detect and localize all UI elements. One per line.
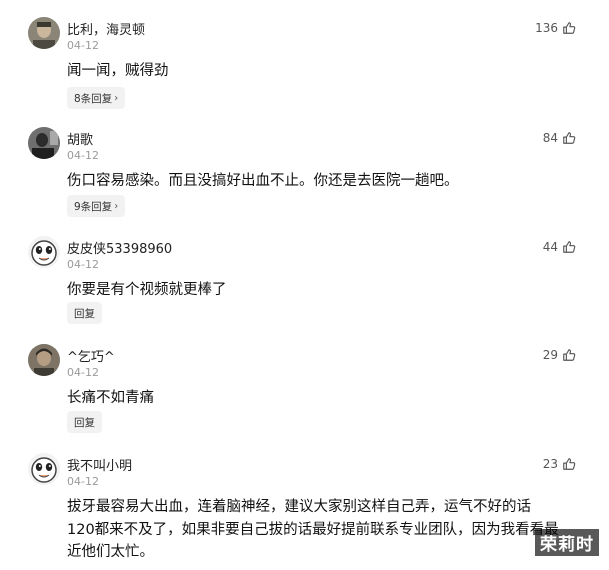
comment-text-line: 近他们太忙。 xyxy=(67,544,154,560)
comment-text: 你要是有个视频就更棒了 xyxy=(67,282,227,298)
avatar[interactable] xyxy=(28,453,60,485)
chevron-right-icon: › xyxy=(114,92,119,104)
avatar-cartoon-face-icon xyxy=(28,453,60,485)
like-button[interactable]: 44 xyxy=(543,240,576,254)
reply-label: 9条回复 xyxy=(74,200,113,213)
avatar[interactable] xyxy=(28,236,60,268)
thumbs-up-icon xyxy=(563,458,576,470)
comment-text: 伤口容易感染。而且没搞好出血不止。你还是去医院一趟吧。 xyxy=(67,173,459,189)
thumbs-up-icon xyxy=(563,132,576,144)
like-count: 84 xyxy=(542,131,558,145)
username[interactable]: 比利，海灵顿 xyxy=(67,19,145,38)
avatar-person-photo-icon xyxy=(28,127,60,159)
view-replies-button[interactable]: 9条回复 › xyxy=(67,195,126,217)
comment-text-line: 拔牙最容易大出血，连着脑神经，建议大家别这样自己弄，运气不好的话 xyxy=(67,499,531,515)
chevron-right-icon: › xyxy=(114,200,119,212)
avatar[interactable] xyxy=(28,127,60,159)
comment-text: 长痛不如青痛 xyxy=(67,390,154,406)
comment-date: 04-12 xyxy=(67,475,99,488)
reply-button[interactable]: 回复 xyxy=(67,411,102,433)
view-replies-button[interactable]: 8条回复 › xyxy=(67,87,126,109)
comment-list: 比利，海灵顿 04-12 闻一闻，贼得劲 136 8条回复 › 胡歌 04-12… xyxy=(0,0,609,570)
username[interactable]: 我不叫小明 xyxy=(67,455,132,474)
avatar[interactable] xyxy=(28,344,60,376)
like-button[interactable]: 84 xyxy=(543,131,576,145)
thumbs-up-icon xyxy=(563,22,576,34)
like-count: 23 xyxy=(542,457,558,471)
reply-button[interactable]: 回复 xyxy=(67,302,102,324)
avatar[interactable] xyxy=(28,17,60,49)
comment-text: 拔牙最容易大出血，连着脑神经，建议大家别这样自己弄，运气不好的话 120都来不及… xyxy=(67,496,587,564)
comment-date: 04-12 xyxy=(67,149,99,162)
comment-text-line: 120都来不及了，如果非要自己拔的话最好提前联系专业团队，因为我看看最 xyxy=(67,521,559,538)
comment-date: 04-12 xyxy=(67,39,99,52)
username[interactable]: ^乞巧^ xyxy=(67,346,115,365)
like-count: 44 xyxy=(542,240,558,254)
comment-text: 闻一闻，贼得劲 xyxy=(67,63,169,79)
avatar-man-photo-icon xyxy=(28,17,60,49)
like-count: 136 xyxy=(535,21,558,35)
username[interactable]: 胡歌 xyxy=(67,129,93,148)
reply-label: 回复 xyxy=(74,307,95,320)
comment-date: 04-12 xyxy=(67,258,99,271)
avatar-portrait-photo-icon xyxy=(28,344,60,376)
reply-label: 回复 xyxy=(74,416,95,429)
comment-date: 04-12 xyxy=(67,366,99,379)
reply-label: 8条回复 xyxy=(74,92,113,105)
username[interactable]: 皮皮侠53398960 xyxy=(67,238,172,257)
thumbs-up-icon xyxy=(563,241,576,253)
like-count: 29 xyxy=(542,348,558,362)
avatar-cartoon-face-icon xyxy=(28,236,60,268)
thumbs-up-icon xyxy=(563,349,576,361)
like-button[interactable]: 29 xyxy=(543,348,576,362)
watermark: 荣莉时 xyxy=(535,529,599,556)
like-button[interactable]: 23 xyxy=(543,457,576,471)
like-button[interactable]: 136 xyxy=(535,21,576,35)
